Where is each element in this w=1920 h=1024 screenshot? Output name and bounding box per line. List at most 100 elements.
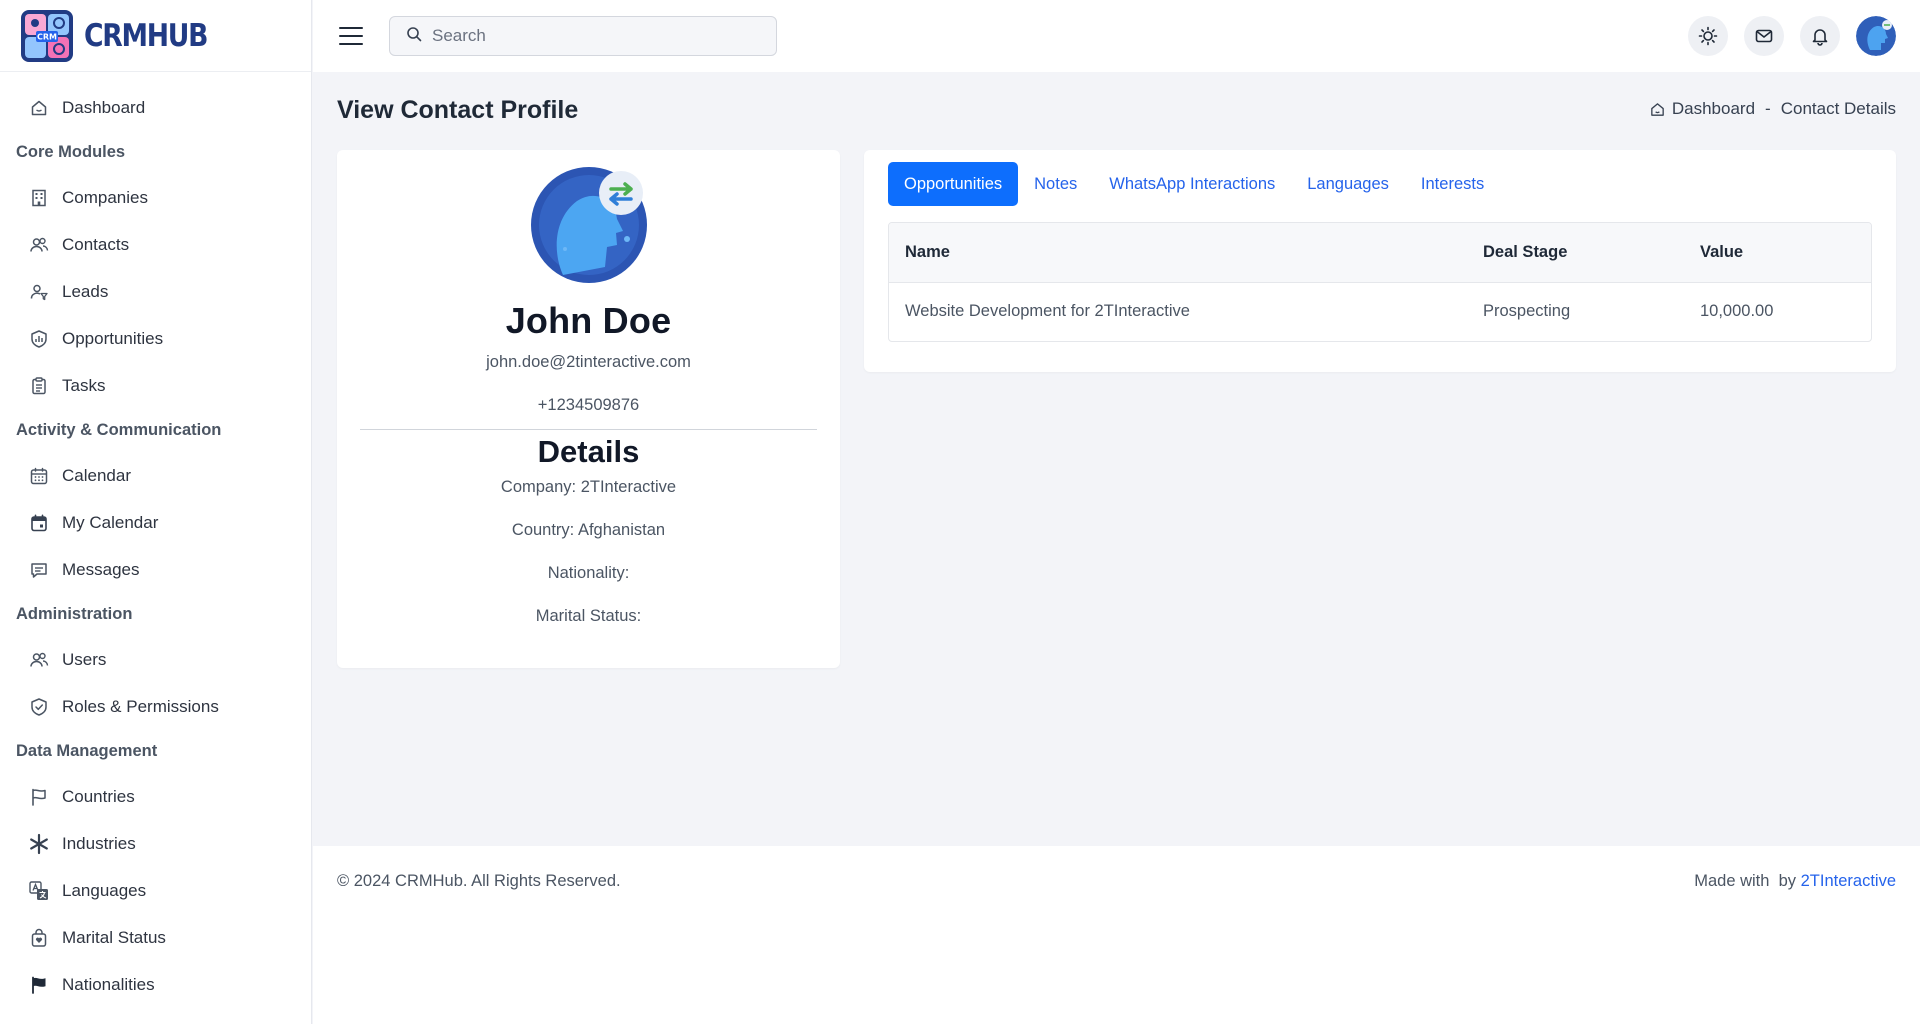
tab-opportunities[interactable]: Opportunities — [888, 162, 1019, 206]
sidebar-item-roles-and-permissions[interactable]: Roles & Permissions — [0, 683, 311, 730]
menu-toggle-icon[interactable] — [339, 27, 363, 45]
language-icon — [28, 880, 50, 902]
users-icon — [28, 234, 50, 256]
sidebar-item-label: Messages — [62, 559, 140, 579]
detail-country: Country: Afghanistan — [511, 521, 666, 539]
table-row[interactable]: Website Development for 2TInteractive Pr… — [889, 282, 1871, 341]
tab-interests[interactable]: Interests — [1405, 162, 1500, 206]
calendar-icon — [28, 465, 50, 487]
bag-heart-icon — [28, 927, 50, 949]
breadcrumb-home-link[interactable]: Dashboard — [1672, 99, 1755, 119]
sidebar-section-core-modules: Core Modules — [16, 143, 126, 161]
bell-icon[interactable] — [1800, 16, 1840, 56]
mail-icon[interactable] — [1744, 16, 1784, 56]
sidebar-section-administration: Administration — [16, 605, 133, 623]
sidebar-item-label: Users — [62, 649, 107, 669]
tab-bar: Opportunities Notes WhatsApp Interaction… — [888, 162, 1500, 206]
sidebar-nav: Dashboard Core Modules Companies Contacts Le… — [0, 72, 311, 1008]
details-heading: Details — [537, 434, 640, 469]
building-icon — [28, 187, 50, 209]
sidebar-section-data-management: Data Management — [16, 742, 158, 760]
made-by-link[interactable]: 2TInteractive — [1801, 872, 1896, 890]
sidebar-item-countries[interactable]: Countries — [0, 773, 311, 820]
tab-whatsapp-interactions[interactable]: WhatsApp Interactions — [1093, 162, 1291, 206]
sidebar-item-messages[interactable]: Messages — [0, 546, 311, 593]
breadcrumb: Dashboard - Contact Details — [1649, 99, 1896, 119]
sidebar-section-activity-and-communication: Activity & Communication — [16, 421, 222, 439]
sidebar-item-label: Calendar — [62, 465, 131, 485]
tab-languages[interactable]: Languages — [1291, 162, 1405, 206]
sidebar-item-label: Roles & Permissions — [62, 696, 219, 716]
footer: © 2024 CRMHub. All Rights Reserved. Made… — [313, 846, 1920, 1024]
search-icon — [406, 26, 422, 47]
tab-notes[interactable]: Notes — [1018, 162, 1093, 206]
sidebar-item-label: Industries — [62, 833, 136, 853]
sidebar-item-marital-status[interactable]: Marital Status — [0, 914, 311, 961]
sidebar-item-calendar[interactable]: Calendar — [0, 452, 311, 499]
brand[interactable]: CRM CRMHUB — [0, 0, 311, 72]
sidebar-item-my-calendar[interactable]: My Calendar — [0, 499, 311, 546]
detail-nationality: Nationality: — [547, 564, 630, 582]
sidebar-item-label: Dashboard — [62, 97, 146, 117]
sidebar-item-label: Companies — [62, 187, 148, 207]
sidebar-item-nationalities[interactable]: Nationalities — [0, 961, 311, 1008]
home-icon — [1649, 101, 1666, 118]
sidebar-item-users[interactable]: Users — [0, 636, 311, 683]
flag-filled-icon — [28, 974, 50, 996]
cell-deal-stage: Prospecting — [1483, 302, 1571, 321]
sidebar-item-label: Tasks — [62, 375, 106, 395]
divider — [360, 429, 817, 430]
breadcrumb-separator: - — [1765, 99, 1771, 118]
asterisk-icon — [28, 833, 50, 855]
search-box[interactable] — [389, 16, 777, 56]
cell-name: Website Development for 2TInteractive — [905, 302, 1190, 321]
calendar-event-icon — [28, 512, 50, 534]
profile-card: John Doe john.doe@2tinteractive.com +123… — [337, 150, 840, 668]
sidebar-item-opportunities[interactable]: Opportunities — [0, 315, 311, 362]
sidebar-item-label: Languages — [62, 880, 147, 900]
made-with: Made with by 2TInteractive — [1694, 872, 1896, 891]
table-header-row: Name Deal Stage Value — [889, 223, 1871, 283]
topbar-actions — [1672, 16, 1896, 56]
crmhub-logo: CRM — [20, 9, 74, 63]
message-icon — [28, 559, 50, 581]
sidebar-item-tasks[interactable]: Tasks — [0, 362, 311, 409]
sidebar-item-languages[interactable]: Languages — [0, 867, 311, 914]
sidebar-item-label: Marital Status — [62, 927, 166, 947]
contact-name: John Doe — [505, 300, 672, 341]
user-avatar[interactable] — [1856, 16, 1896, 56]
page-title: View Contact Profile — [337, 96, 579, 124]
contact-email: john.doe@2tinteractive.com — [486, 353, 691, 371]
sidebar-item-industries[interactable]: Industries — [0, 820, 311, 867]
profile-avatar — [530, 167, 647, 283]
made-with-text: Made with by — [1694, 872, 1801, 890]
detail-company: Company: 2TInteractive — [500, 478, 677, 496]
sidebar-item-dashboard[interactable]: Dashboard — [0, 84, 311, 131]
sidebar-item-label: Contacts — [62, 234, 130, 254]
opportunities-table: Name Deal Stage Value Website Developmen… — [888, 222, 1872, 342]
sidebar-item-label: Nationalities — [62, 974, 155, 994]
contact-phone: +1234509876 — [537, 396, 640, 414]
sidebar-item-label: Countries — [62, 786, 135, 806]
tabs-card: Opportunities Notes WhatsApp Interaction… — [864, 150, 1896, 372]
sidebar-item-label: Opportunities — [62, 328, 164, 348]
sidebar: CRM CRMHUB Dashboard Core Modules Companie… — [0, 0, 312, 1024]
topbar — [313, 0, 1920, 72]
users-icon — [28, 649, 50, 671]
logo-badge: CRM — [37, 32, 57, 41]
details-list: Company: 2TInteractive Country: Afghanis… — [337, 466, 840, 638]
column-header-value: Value — [1684, 223, 1871, 283]
sidebar-item-companies[interactable]: Companies — [0, 174, 311, 221]
sidebar-item-contacts[interactable]: Contacts — [0, 221, 311, 268]
sidebar-item-label: Leads — [62, 281, 109, 301]
shield-check-icon — [28, 696, 50, 718]
sidebar-item-leads[interactable]: Leads — [0, 268, 311, 315]
theme-toggle-icon[interactable] — [1688, 16, 1728, 56]
cell-value: 10,000.00 — [1700, 302, 1774, 321]
search-input[interactable] — [432, 26, 732, 46]
sidebar-item-label: My Calendar — [62, 512, 159, 532]
flag-icon — [28, 786, 50, 808]
chart-shield-icon — [28, 328, 50, 350]
detail-marital-status: Marital Status: — [535, 607, 642, 625]
brand-name: CRMHUB — [84, 17, 208, 54]
